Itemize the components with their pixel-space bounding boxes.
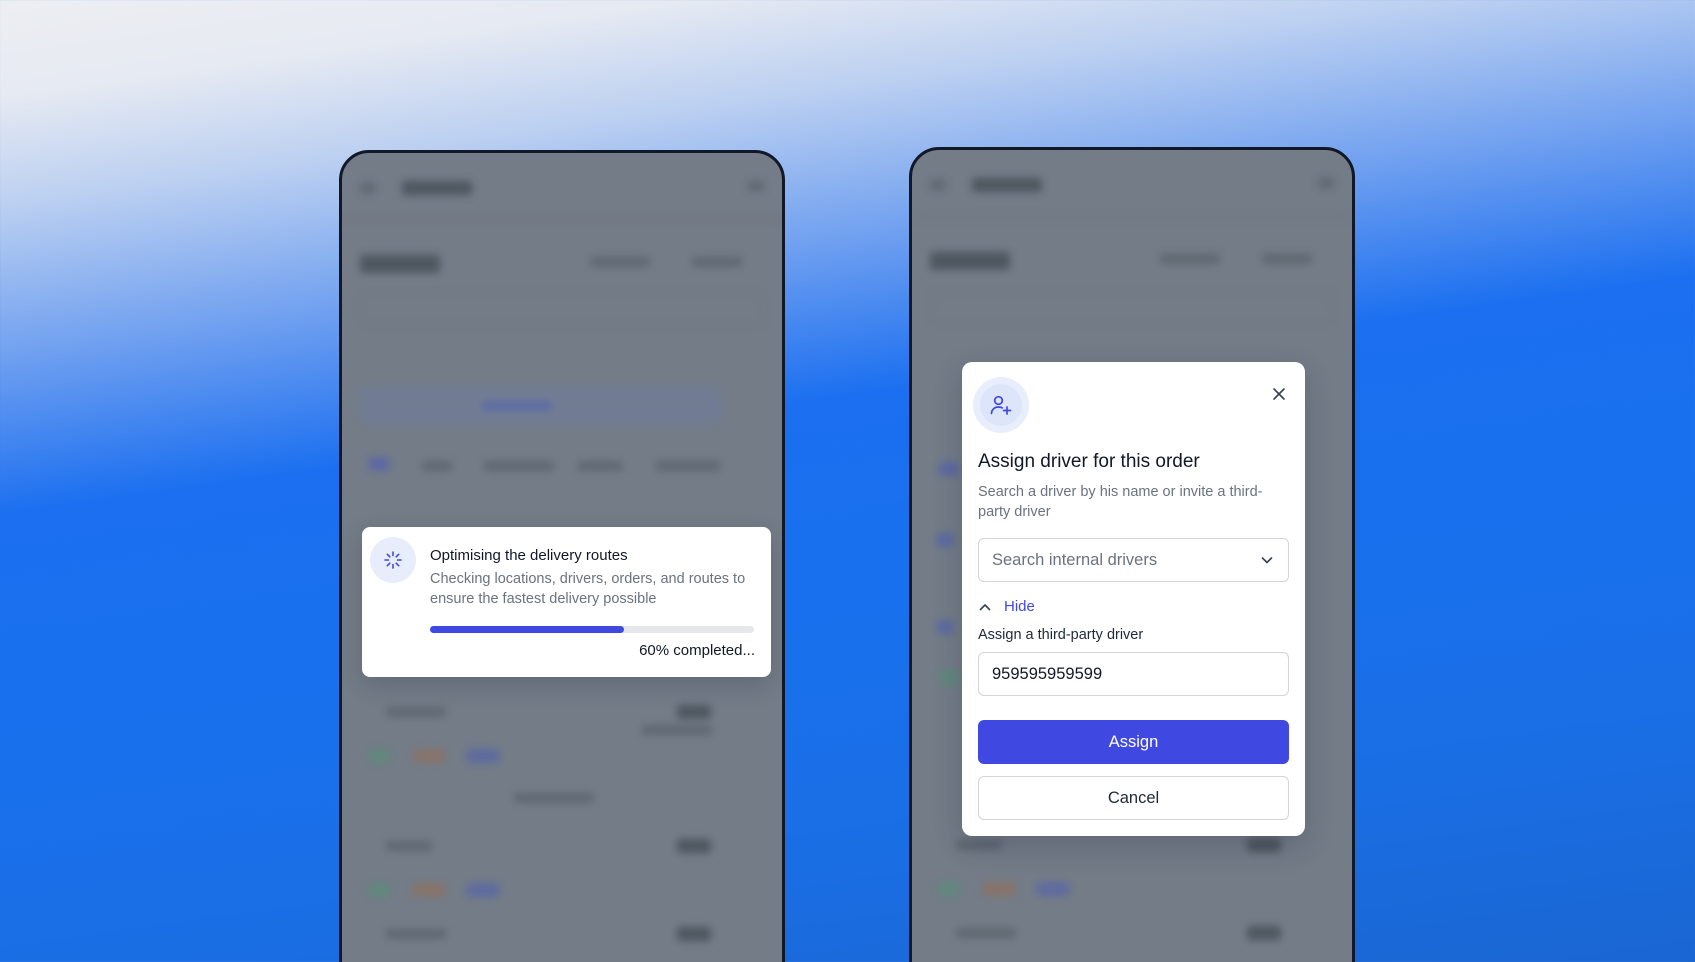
progress-bar-fill	[430, 626, 625, 633]
toast-description: Checking locations, drivers, orders, and…	[430, 571, 746, 607]
chevron-up-icon	[978, 600, 992, 614]
search-drivers-select[interactable]: Search internal drivers	[978, 538, 1289, 582]
progress-bar	[430, 626, 754, 633]
phone-frame-right: Assign driver for this order Search a dr…	[909, 147, 1355, 962]
hide-toggle-label: Hide	[1004, 598, 1035, 615]
modal-title: Assign driver for this order	[978, 451, 1200, 472]
assign-button[interactable]: Assign	[978, 720, 1289, 764]
third-party-label: Assign a third-party driver	[978, 627, 1144, 643]
cancel-button[interactable]: Cancel	[978, 776, 1289, 820]
close-icon[interactable]	[1267, 382, 1291, 406]
user-plus-icon	[980, 384, 1022, 426]
spinner-icon	[370, 537, 416, 583]
search-drivers-placeholder: Search internal drivers	[992, 550, 1158, 569]
phone-frame-left: Optimising the delivery routes Checking …	[339, 150, 785, 962]
assign-driver-modal: Assign driver for this order Search a dr…	[962, 362, 1305, 836]
modal-description: Search a driver by his name or invite a …	[978, 484, 1263, 520]
route-optimisation-toast: Optimising the delivery routes Checking …	[362, 527, 771, 677]
chevron-down-icon	[1259, 552, 1275, 568]
hide-third-party-toggle[interactable]: Hide	[978, 598, 1035, 615]
modal-icon-badge	[973, 377, 1029, 433]
progress-label: 60% completed...	[639, 642, 755, 659]
toast-title: Optimising the delivery routes	[430, 547, 628, 564]
third-party-phone-input[interactable]	[978, 652, 1289, 696]
